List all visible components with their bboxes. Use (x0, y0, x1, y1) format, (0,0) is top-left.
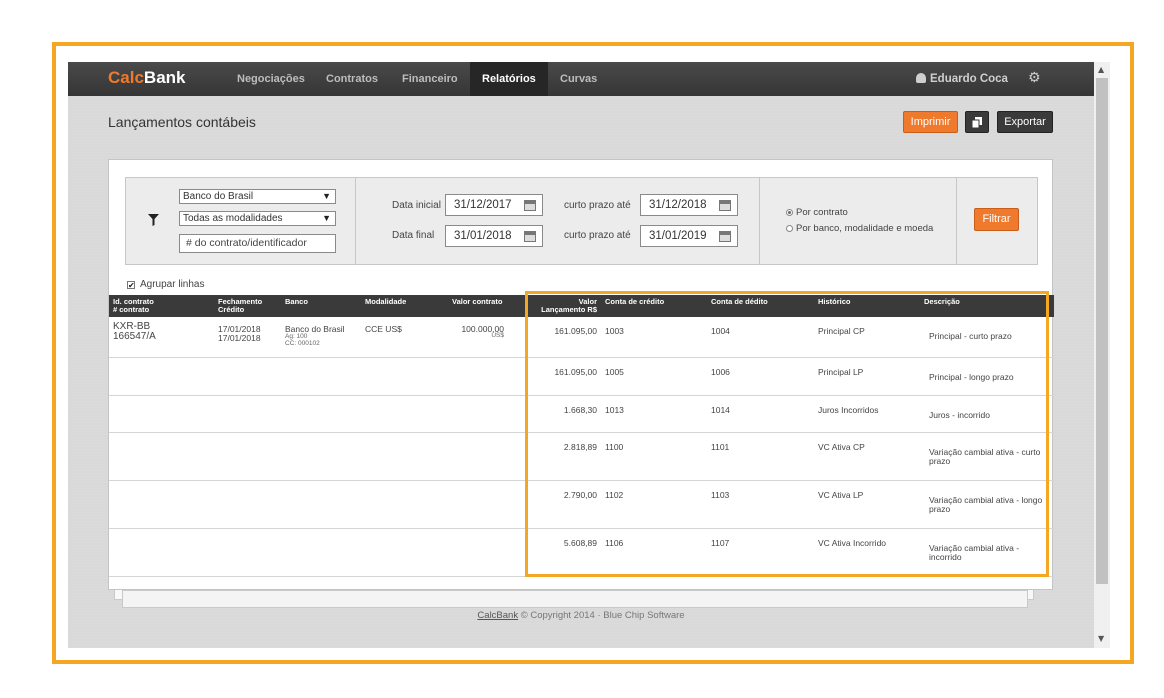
filter-button[interactable]: Filtrar (974, 208, 1019, 231)
modality-select[interactable]: Todas as modalidades ▼ (179, 211, 336, 226)
short-term-date-value-2: 31/01/2019 (649, 230, 707, 242)
calendar-icon[interactable] (524, 231, 536, 242)
divider (355, 178, 356, 264)
calcbank-logo[interactable]: CalcBank (108, 68, 186, 88)
nav-curvas[interactable]: Curvas (548, 62, 609, 96)
start-date-value: 31/12/2017 (454, 199, 512, 211)
col-header-close: Fechamento Crédito (218, 297, 263, 314)
radio-by-bank-label: Por banco, modalidade e moeda (796, 223, 934, 234)
cell-contract-currency: US$ (491, 332, 504, 339)
page-title: Lançamentos contábeis (108, 114, 256, 130)
nav-relatorios[interactable]: Relatórios (470, 62, 548, 96)
cell-contract-id: KXR-BB 166547/A (113, 321, 156, 342)
user-name: Eduardo Coca (930, 73, 1008, 85)
filter-panel: Banco do Brasil ▼ Todas as modalidades ▼… (125, 177, 1038, 265)
copy-button[interactable] (965, 111, 989, 133)
cell-bank-account: Ag: 100 CC: 000102 (285, 333, 320, 347)
col-header-id: Id. contrato # contrato (113, 297, 154, 314)
footer-link[interactable]: CalcBank (477, 610, 518, 621)
col-header-contract-value: Valor contrato (452, 297, 503, 306)
copy-icon (971, 117, 982, 129)
card-stack-shadow (122, 590, 1028, 608)
bank-select-value: Banco do Brasil (183, 191, 254, 202)
calendar-icon[interactable] (524, 200, 536, 211)
user-menu[interactable]: Eduardo Coca (916, 62, 1008, 96)
radio-by-contract-label: Por contrato (796, 207, 848, 218)
top-navbar: CalcBank Negociações Contratos Financeir… (68, 62, 1094, 96)
short-term-date-value-1: 31/12/2018 (649, 199, 707, 211)
funnel-icon (148, 214, 159, 229)
dropdown-arrow-icon: ▼ (322, 191, 331, 201)
nav-contratos[interactable]: Contratos (314, 62, 390, 96)
divider (956, 178, 957, 264)
nav-negociacoes[interactable]: Negociações (225, 62, 317, 96)
user-icon (916, 73, 926, 83)
radio-dot (786, 209, 793, 216)
start-date-label: Data inicial (392, 200, 441, 211)
scroll-thumb[interactable] (1096, 78, 1108, 584)
logo-calc-text: Calc (108, 68, 144, 87)
col-header-modality: Modalidade (365, 297, 407, 306)
col-header-bank: Banco (285, 297, 308, 306)
short-term-date-input-1[interactable]: 31/12/2018 (640, 194, 738, 216)
group-lines-label: Agrupar linhas (140, 279, 205, 290)
radio-dot (786, 225, 793, 232)
print-button[interactable]: Imprimir (903, 111, 958, 133)
dropdown-arrow-icon: ▼ (322, 213, 331, 223)
logo-bank-text: Bank (143, 68, 186, 87)
cell-close-dates: 17/01/2018 17/01/2018 (218, 324, 261, 343)
gear-icon[interactable]: ⚙ (1028, 71, 1041, 85)
start-date-input[interactable]: 31/12/2017 (445, 194, 543, 216)
vertical-scrollbar[interactable]: ▲ ▼ (1094, 62, 1110, 648)
calendar-icon[interactable] (719, 231, 731, 242)
modality-select-value: Todas as modalidades (183, 213, 283, 224)
divider (759, 178, 760, 264)
end-date-value: 31/01/2018 (454, 230, 512, 242)
cell-modality: CCE US$ (365, 324, 402, 334)
group-lines-checkbox[interactable]: ✔ Agrupar linhas (127, 279, 204, 290)
radio-by-bank[interactable]: Por banco, modalidade e moeda (786, 223, 933, 234)
end-date-label: Data final (392, 230, 435, 241)
scroll-down-icon[interactable]: ▼ (1098, 634, 1104, 643)
end-date-input[interactable]: 31/01/2018 (445, 225, 543, 247)
highlight-box (525, 291, 1049, 577)
nav-financeiro[interactable]: Financeiro (390, 62, 470, 96)
bank-select[interactable]: Banco do Brasil ▼ (179, 189, 336, 204)
short-term-date-input-2[interactable]: 31/01/2019 (640, 225, 738, 247)
contract-search-input[interactable]: # do contrato/identificador (179, 234, 336, 253)
radio-by-contract[interactable]: Por contrato (786, 207, 848, 218)
footer: CalcBank © Copyright 2014 · Blue Chip So… (68, 610, 1094, 621)
short-term-label-2: curto prazo até (564, 230, 631, 241)
footer-copyright: © Copyright 2014 · Blue Chip Software (520, 610, 685, 621)
checkbox-checked-icon: ✔ (127, 281, 135, 290)
export-button[interactable]: Exportar (997, 111, 1053, 133)
short-term-label-1: curto prazo até (564, 200, 631, 211)
scroll-up-icon[interactable]: ▲ (1098, 65, 1104, 74)
calendar-icon[interactable] (719, 200, 731, 211)
